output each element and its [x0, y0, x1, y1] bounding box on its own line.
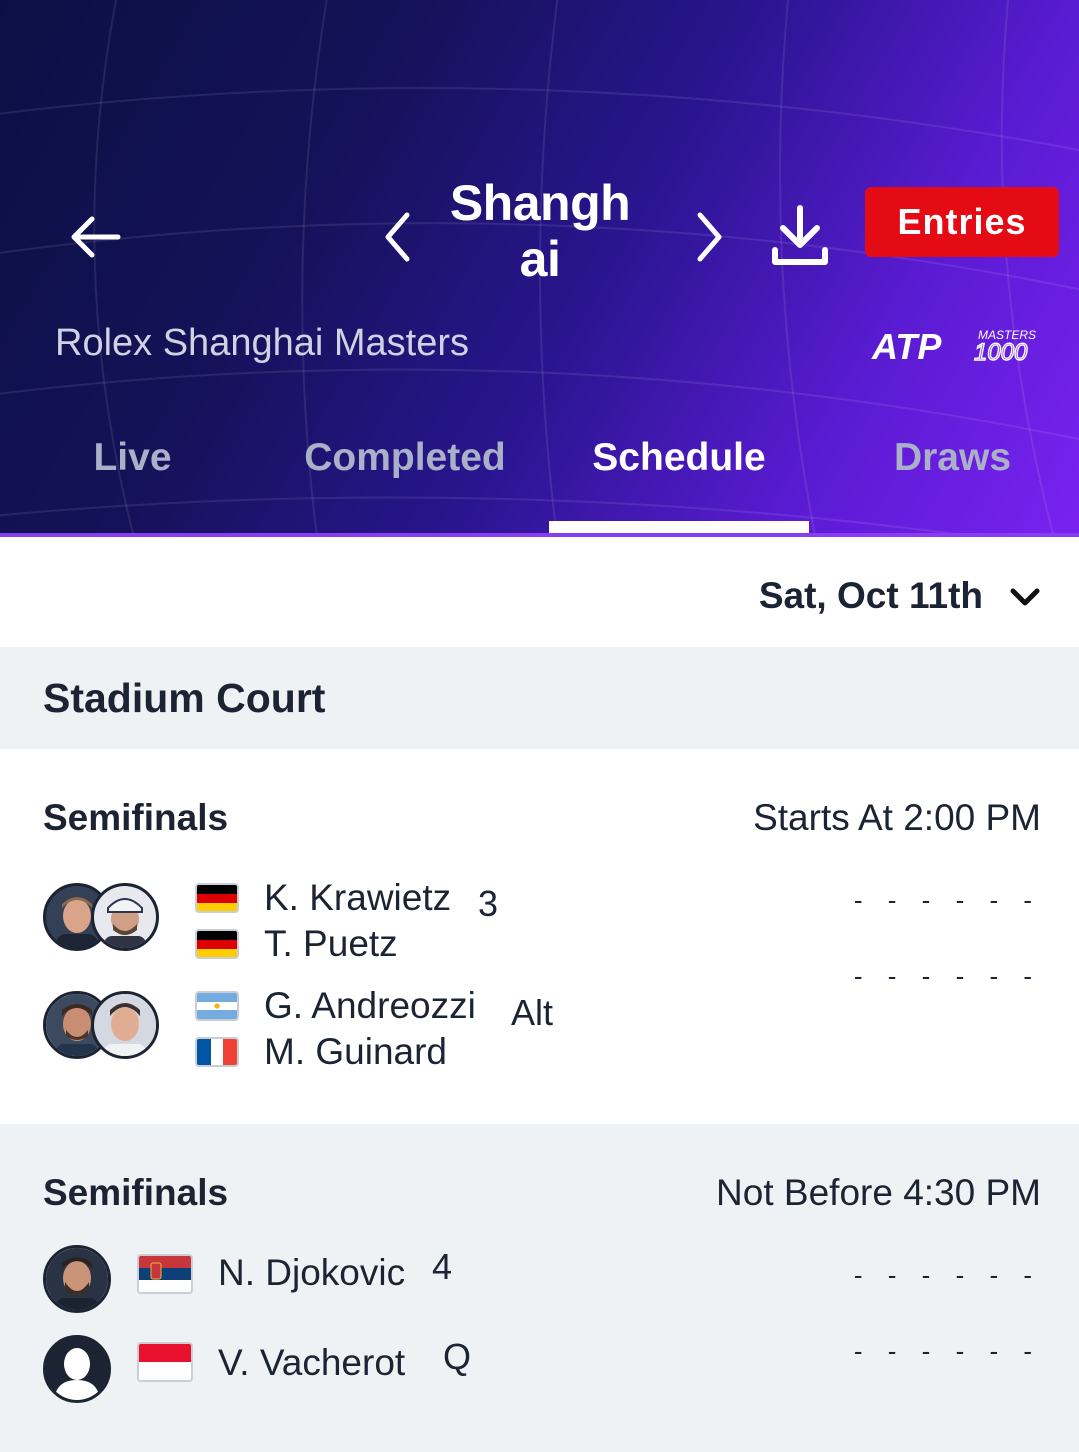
flag-serbia-icon [137, 1254, 193, 1294]
player-name[interactable]: N. Djokovic [218, 1252, 405, 1294]
atp-masters-1000-logo: ATP MASTERS 1000 [871, 326, 1036, 365]
player-photo-placeholder [43, 1335, 111, 1403]
match-time: Starts At 2:00 PM [753, 797, 1041, 838]
player-photo-djokovic [43, 1245, 111, 1313]
team-avatars [43, 883, 159, 951]
app-header: Shanghai Entries Rolex Shanghai Masters … [0, 0, 1079, 537]
chevron-down-icon[interactable] [1009, 583, 1041, 611]
court-name: Stadium Court [43, 675, 326, 721]
chevron-right-icon [697, 212, 722, 262]
tab-draws[interactable]: Draws [860, 420, 1045, 495]
previous-tournament-button[interactable] [377, 205, 417, 269]
match-round: Semifinals [43, 1172, 229, 1213]
tab-schedule[interactable]: Schedule [549, 420, 809, 495]
flag-monaco-icon [137, 1342, 193, 1382]
arrow-left-icon [71, 216, 121, 258]
player-score: - - - - - - [853, 1260, 1041, 1290]
match-card[interactable]: Semifinals Not Before 4:30 PM N. Djokovi… [0, 1124, 1079, 1452]
player-name[interactable]: V. Vacherot [218, 1342, 405, 1384]
download-button[interactable] [768, 200, 832, 270]
player-score: - - - - - - [853, 1336, 1041, 1366]
chevron-left-icon [385, 212, 410, 262]
user-silhouette-icon [46, 1338, 108, 1400]
flag-argentina-icon [195, 991, 239, 1021]
player-photo-puetz [91, 883, 159, 951]
seed-badge: 3 [478, 883, 499, 924]
seed-badge: Q [443, 1336, 472, 1377]
match-time: Not Before 4:30 PM [716, 1172, 1041, 1213]
download-icon [772, 205, 828, 265]
date-selector[interactable]: Sat, Oct 11th [0, 545, 1079, 647]
entries-button[interactable]: Entries [865, 187, 1059, 257]
flag-germany-icon [195, 929, 239, 959]
tab-bar: Live Completed Schedule Draws [0, 420, 1079, 495]
tab-completed[interactable]: Completed [290, 420, 520, 495]
svg-text:ATP: ATP [871, 326, 942, 365]
team-score: - - - - - - [853, 885, 1041, 915]
player-name[interactable]: G. Andreozzi [264, 985, 476, 1027]
seed-badge: Alt [511, 992, 554, 1033]
svg-text:1000: 1000 [974, 339, 1028, 365]
team-avatars [43, 991, 159, 1059]
player-name[interactable]: K. Krawietz [264, 877, 451, 919]
team-score: - - - - - - [853, 961, 1041, 991]
back-button[interactable] [60, 205, 130, 269]
next-tournament-button[interactable] [690, 205, 730, 269]
court-section-header: Stadium Court [0, 647, 1079, 749]
flag-germany-icon [195, 883, 239, 913]
match-round: Semifinals [43, 797, 229, 838]
selected-date[interactable]: Sat, Oct 11th [759, 575, 983, 617]
seed-badge: 4 [432, 1246, 453, 1287]
match-card[interactable]: Semifinals Starts At 2:00 PM K. Krawietz… [0, 749, 1079, 1124]
flag-france-icon [195, 1037, 239, 1067]
tournament-city-title: Shanghai [449, 175, 631, 287]
player-photo-guinard [91, 991, 159, 1059]
player-name[interactable]: M. Guinard [264, 1031, 447, 1073]
active-tab-indicator [549, 521, 809, 533]
tournament-name: Rolex Shanghai Masters [55, 322, 469, 364]
tab-live[interactable]: Live [55, 420, 210, 495]
player-name[interactable]: T. Puetz [264, 923, 398, 965]
